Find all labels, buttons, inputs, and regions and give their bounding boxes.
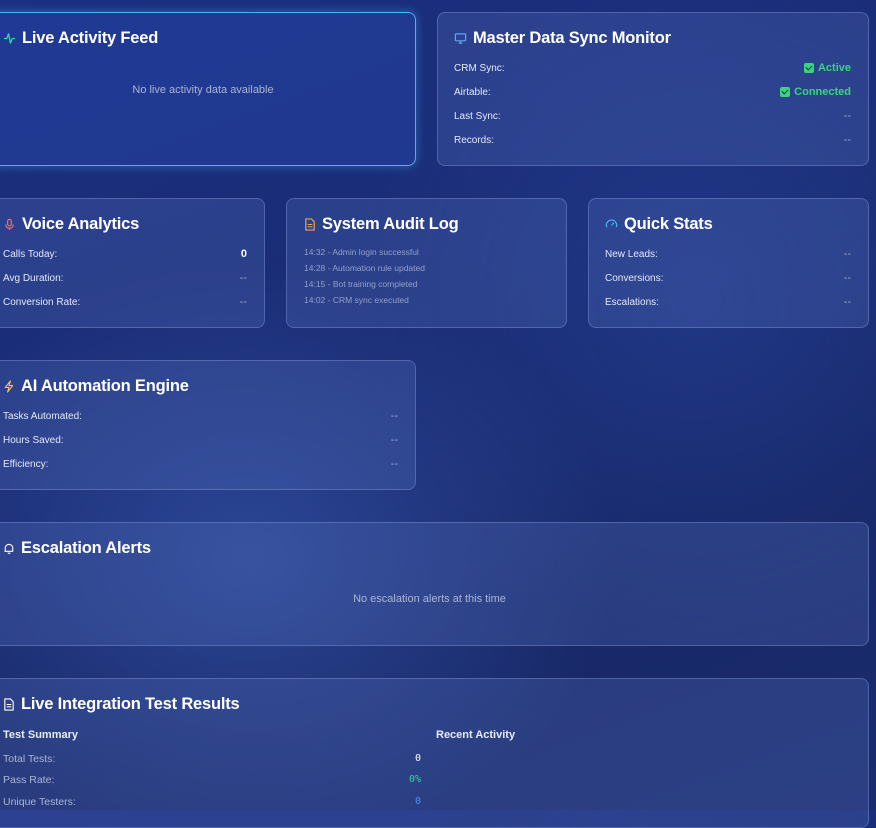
crm-sync-status: Active [803, 62, 851, 74]
conversion-rate-label: Conversion Rate: [3, 296, 81, 308]
efficiency-row: Efficiency: -- [3, 457, 398, 471]
airtable-row: Airtable: Connected [454, 85, 851, 99]
pass-rate-label: Pass Rate: [3, 774, 55, 786]
airtable-status: Connected [780, 86, 851, 98]
activity-pulse-icon [3, 32, 16, 45]
new-leads-value: -- [843, 248, 851, 260]
total-tests-row: Total Tests: 0 [3, 753, 421, 765]
new-leads-row: New Leads: -- [605, 247, 851, 261]
integration-card: Live Integration Test Results Test Summa… [0, 678, 869, 828]
lightning-icon [3, 380, 15, 393]
last-sync-row: Last Sync: -- [454, 109, 851, 123]
automation-card: AI Automation Engine Tasks Automated: --… [0, 360, 416, 490]
unique-testers-value: 0 [414, 796, 421, 807]
microphone-icon [3, 218, 16, 231]
escalation-title: Escalation Alerts [21, 539, 151, 557]
pass-rate-value: 0% [408, 774, 421, 785]
escalation-card: Escalation Alerts No escalation alerts a… [0, 522, 869, 646]
calls-today-value: 0 [240, 248, 247, 260]
automation-title: AI Automation Engine [21, 377, 189, 395]
hours-saved-row: Hours Saved: -- [3, 433, 398, 447]
tasks-automated-label: Tasks Automated: [3, 410, 82, 422]
master-sync-title: Master Data Sync Monitor [473, 29, 671, 47]
automation-header: AI Automation Engine [3, 377, 189, 396]
recent-activity-heading: Recent Activity [436, 729, 516, 741]
voice-analytics-card: Voice Analytics Calls Today: 0 Avg Durat… [0, 198, 265, 328]
total-tests-value: 0 [414, 753, 421, 764]
bell-icon [3, 542, 15, 555]
voice-analytics-title: Voice Analytics [22, 215, 140, 233]
live-activity-title: Live Activity Feed [22, 29, 159, 47]
hours-saved-label: Hours Saved: [3, 434, 64, 446]
unique-testers-label: Unique Testers: [3, 796, 76, 808]
pass-rate-row: Pass Rate: 0% [3, 774, 421, 786]
conversion-rate-value: -- [239, 296, 247, 308]
audit-log-header: System Audit Log [304, 215, 459, 234]
crm-sync-row: CRM Sync: Active [454, 61, 851, 75]
gauge-icon [605, 218, 618, 231]
avg-duration-label: Avg Duration: [3, 272, 64, 284]
avg-duration-row: Avg Duration: -- [3, 271, 247, 285]
tasks-automated-row: Tasks Automated: -- [3, 409, 398, 423]
audit-log-entry: 14:32 - Admin login successful [304, 247, 419, 257]
quick-stats-title: Quick Stats [624, 215, 713, 233]
conversions-value: -- [843, 272, 851, 284]
new-leads-label: New Leads: [605, 248, 658, 260]
efficiency-value: -- [390, 458, 398, 470]
tasks-automated-value: -- [390, 410, 398, 422]
master-sync-header: Master Data Sync Monitor [454, 29, 671, 48]
audit-log-entry: 14:15 - Bot training completed [304, 279, 418, 289]
audit-log-entry: 14:02 - CRM sync executed [304, 295, 409, 305]
escalations-label: Escalations: [605, 296, 659, 308]
voice-analytics-header: Voice Analytics [3, 215, 139, 234]
last-sync-value: -- [843, 110, 851, 122]
airtable-label: Airtable: [454, 86, 491, 98]
escalation-empty-text: No escalation alerts at this time [353, 593, 506, 605]
escalation-header: Escalation Alerts [3, 539, 151, 558]
calls-today-label: Calls Today: [3, 248, 58, 260]
live-activity-header: Live Activity Feed [3, 29, 158, 48]
conversions-row: Conversions: -- [605, 271, 851, 285]
test-summary-heading: Test Summary [3, 729, 78, 741]
crm-sync-value: Active [817, 62, 851, 74]
escalations-row: Escalations: -- [605, 295, 851, 309]
monitor-icon [454, 32, 467, 45]
efficiency-label: Efficiency: [3, 458, 49, 470]
check-icon [803, 63, 814, 73]
calls-today-row: Calls Today: 0 [3, 247, 247, 261]
live-activity-card: Live Activity Feed No live activity data… [0, 12, 416, 166]
unique-testers-row: Unique Testers: 0 [3, 796, 421, 808]
crm-sync-label: CRM Sync: [454, 62, 505, 74]
records-row: Records: -- [454, 133, 851, 147]
airtable-value: Connected [794, 86, 851, 98]
escalations-value: -- [843, 296, 851, 308]
integration-title: Live Integration Test Results [21, 695, 240, 713]
integration-header: Live Integration Test Results [3, 695, 240, 714]
total-tests-label: Total Tests: [3, 753, 56, 765]
hours-saved-value: -- [390, 434, 398, 446]
audit-log-card: System Audit Log 14:32 - Admin login suc… [286, 198, 567, 328]
avg-duration-value: -- [239, 272, 247, 284]
quick-stats-card: Quick Stats New Leads: -- Conversions: -… [588, 198, 869, 328]
quick-stats-header: Quick Stats [605, 215, 713, 234]
conversion-rate-row: Conversion Rate: -- [3, 295, 247, 309]
document-icon [304, 218, 316, 231]
records-label: Records: [454, 134, 495, 146]
conversions-label: Conversions: [605, 272, 664, 284]
live-activity-empty-text: No live activity data available [132, 84, 274, 96]
check-icon [780, 87, 791, 97]
records-value: -- [843, 134, 851, 146]
last-sync-label: Last Sync: [454, 110, 501, 122]
audit-log-entry: 14:28 - Automation rule updated [304, 263, 425, 273]
document-icon [3, 698, 15, 711]
master-sync-card: Master Data Sync Monitor CRM Sync: Activ… [437, 12, 869, 166]
audit-log-title: System Audit Log [322, 215, 459, 233]
